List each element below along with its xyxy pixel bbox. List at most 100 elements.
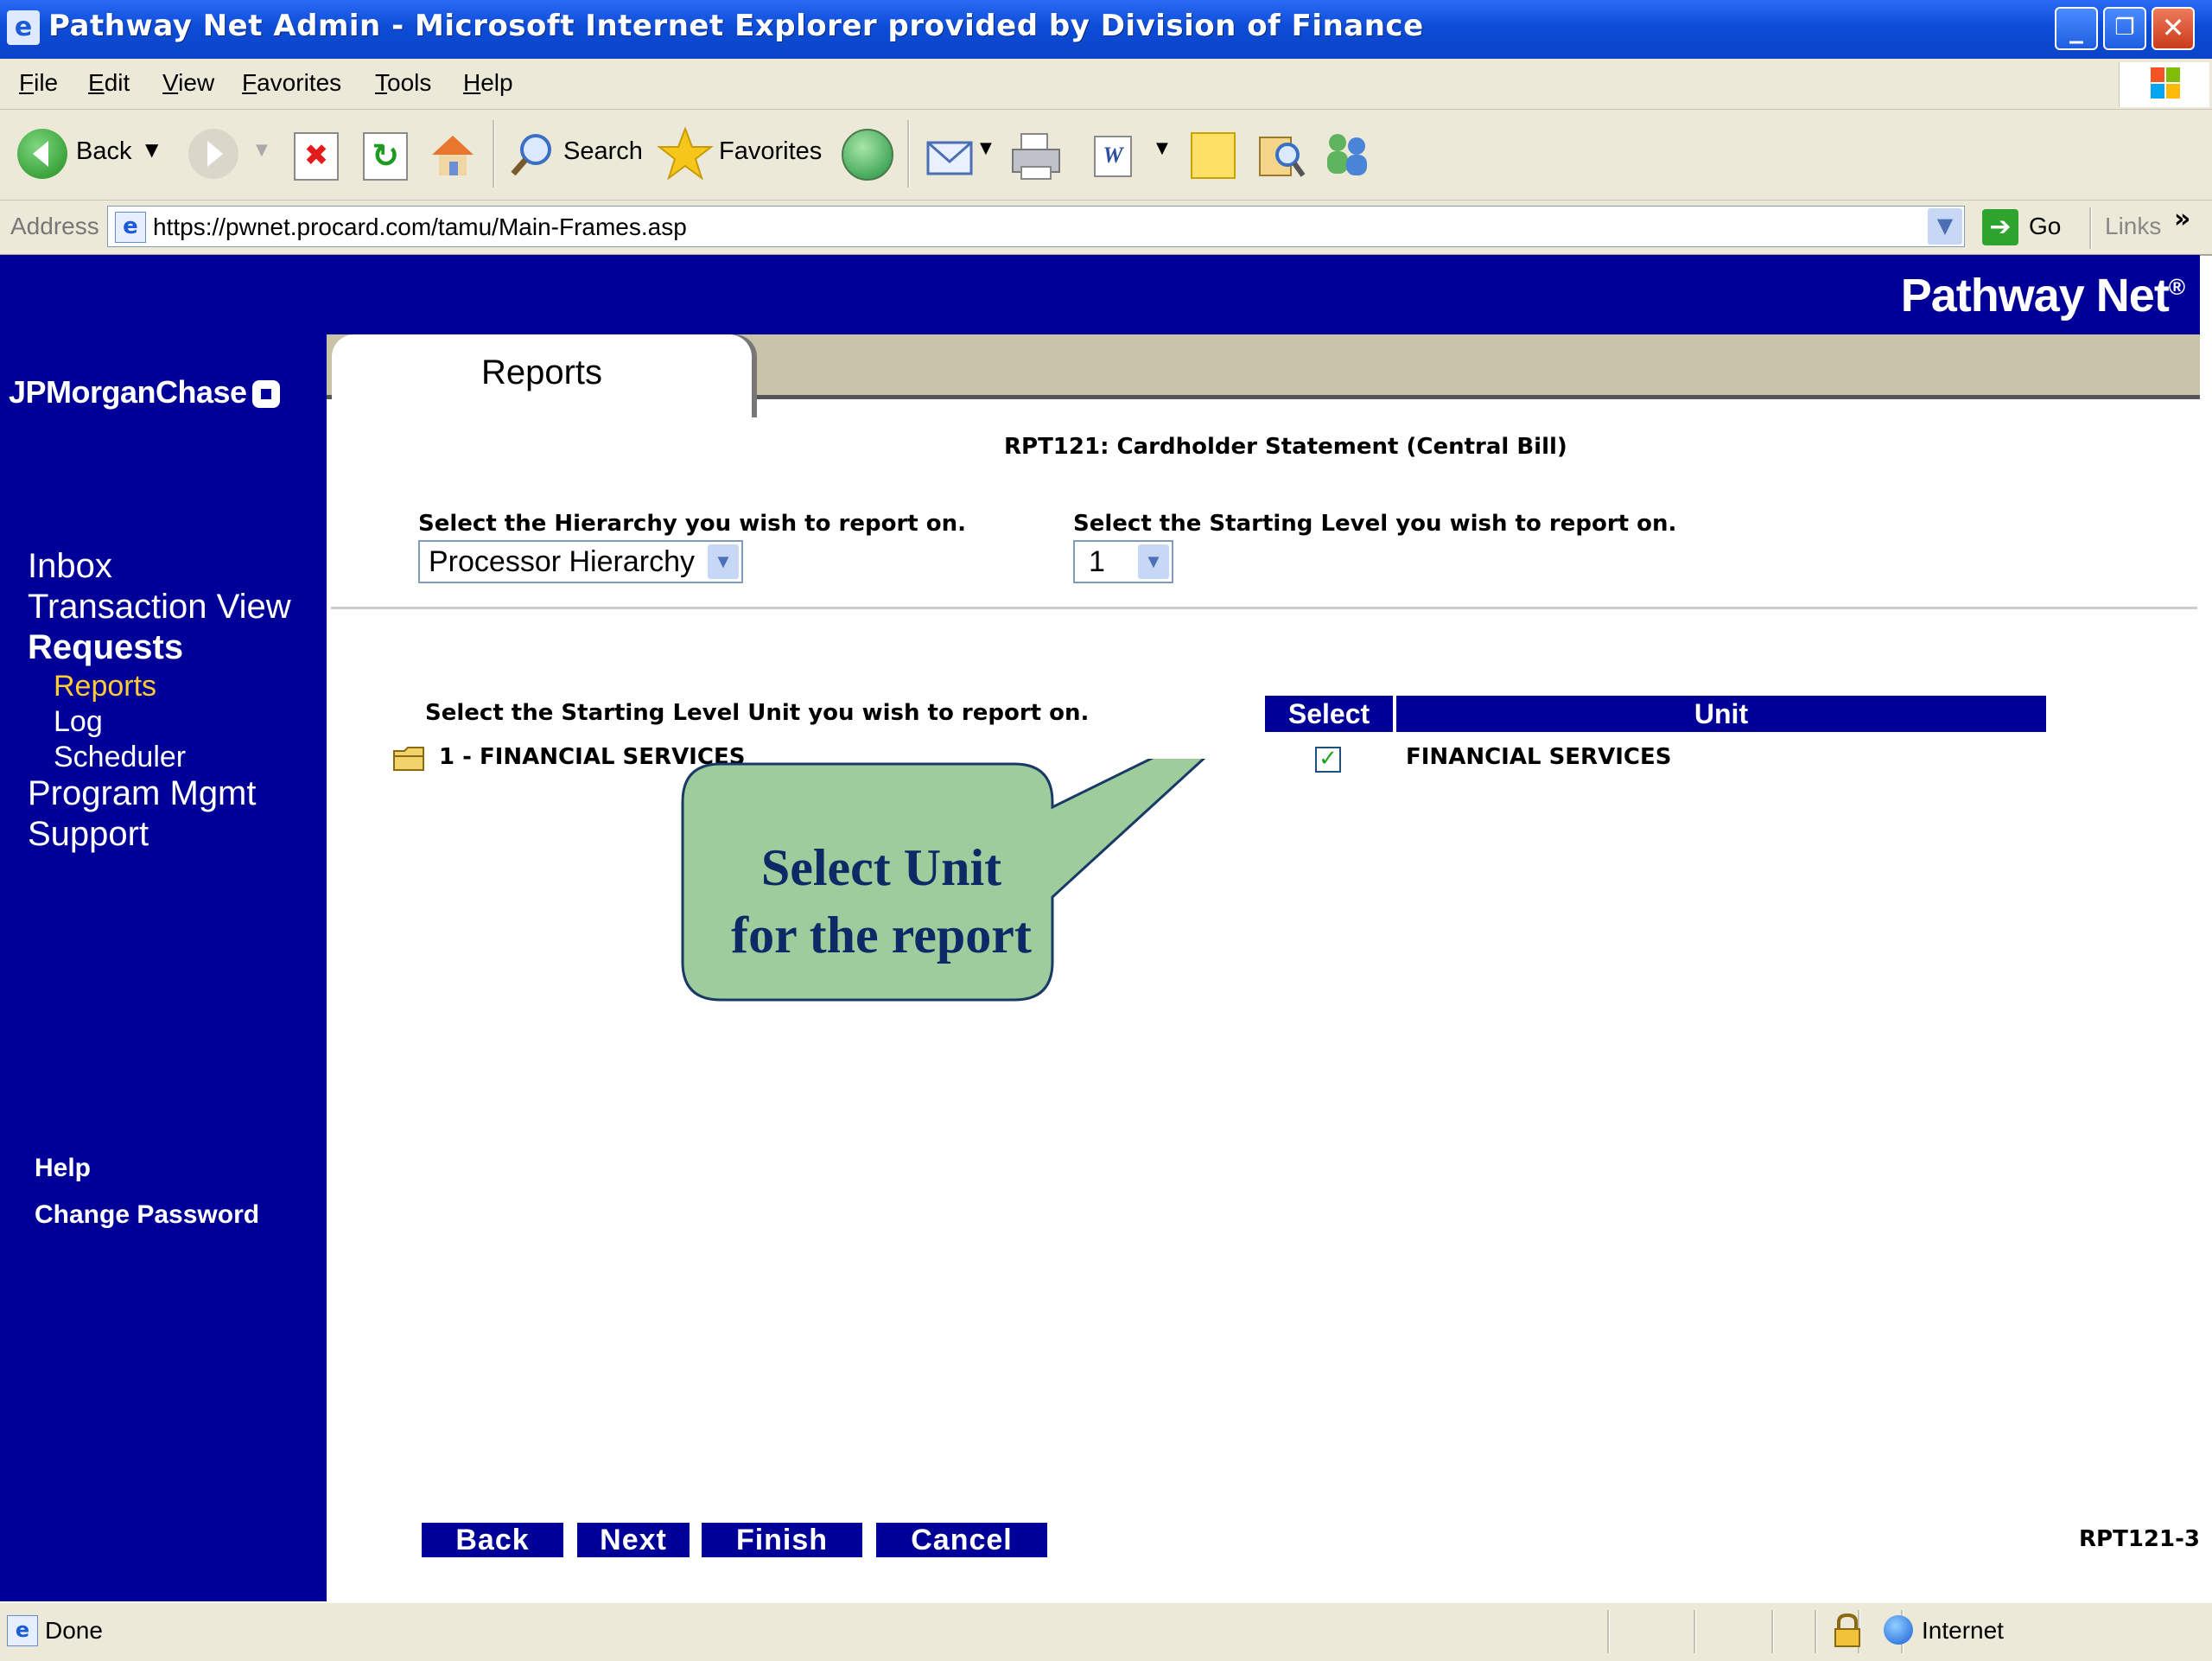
back-label[interactable]: Back xyxy=(76,137,131,166)
forward-dropdown-icon[interactable]: ▼ xyxy=(256,141,268,159)
next-button[interactable]: Next xyxy=(577,1523,690,1557)
ie-icon: e xyxy=(7,10,40,45)
go-arrow-icon[interactable]: ➔ xyxy=(1982,209,2018,245)
unit-name: FINANCIAL SERVICES xyxy=(1406,744,1672,770)
forward-arrow-icon[interactable] xyxy=(188,129,238,179)
sidebar-item-help[interactable]: Help xyxy=(35,1154,91,1183)
zone-text: Internet xyxy=(1922,1617,2004,1644)
favorites-label[interactable]: Favorites xyxy=(719,137,822,166)
page-icon: e xyxy=(115,212,146,243)
chevron-down-icon[interactable]: ▼ xyxy=(708,544,739,579)
brand-registered-mark: ® xyxy=(2168,274,2185,300)
menu-favorites[interactable]: Favorites xyxy=(242,69,341,97)
hierarchy-select-value: Processor Hierarchy xyxy=(429,545,695,578)
back-dropdown-icon[interactable]: ▼ xyxy=(145,139,158,160)
page-done-icon: e xyxy=(7,1615,38,1646)
address-url[interactable]: https://pwnet.procard.com/tamu/Main-Fram… xyxy=(153,213,687,241)
stop-icon[interactable]: ✖ xyxy=(294,132,339,181)
back-arrow-icon[interactable] xyxy=(17,129,67,179)
history-icon[interactable] xyxy=(842,129,893,181)
report-title: RPT121: Cardholder Statement (Central Bi… xyxy=(1004,434,1567,460)
level-select[interactable]: 1 ▼ xyxy=(1073,540,1173,583)
status-separator xyxy=(1607,1610,1610,1653)
status-separator xyxy=(1694,1610,1696,1653)
tab-reports[interactable]: Reports xyxy=(332,334,752,417)
address-dropdown-icon[interactable]: ▼ xyxy=(1928,208,1962,245)
menu-file[interactable]: File xyxy=(19,69,58,97)
hierarchy-select[interactable]: Processor Hierarchy ▼ xyxy=(418,540,743,583)
sidebar-item-scheduler[interactable]: Scheduler xyxy=(54,741,186,774)
mail-icon[interactable] xyxy=(925,132,976,182)
toolbar: Back ▼ ▼ ✖ ↻ Search Favorites ▼ W ▼ xyxy=(0,110,2212,200)
menu-tools[interactable]: Tools xyxy=(375,69,431,97)
sidebar-item-requests[interactable]: Requests xyxy=(28,628,183,667)
brand-product: Pathway Net xyxy=(1900,270,2170,321)
window-title: Pathway Net Admin - Microsoft Internet E… xyxy=(48,9,1424,43)
status-separator xyxy=(1771,1610,1774,1653)
cancel-button[interactable]: Cancel xyxy=(876,1523,1047,1557)
table-header-select: Select xyxy=(1265,696,1393,732)
go-button[interactable]: Go xyxy=(2029,213,2061,240)
print-icon[interactable] xyxy=(1009,129,1065,188)
address-label: Address xyxy=(10,213,99,239)
mail-dropdown-icon[interactable]: ▼ xyxy=(980,139,992,157)
section-divider xyxy=(331,607,2197,609)
links-button[interactable]: Links xyxy=(2105,213,2161,240)
level-label: Select the Starting Level you wish to re… xyxy=(1073,511,1677,537)
status-bar: e Done Internet xyxy=(0,1601,2212,1661)
sidebar-item-transaction-view[interactable]: Transaction View xyxy=(28,588,291,627)
sidebar-item-inbox[interactable]: Inbox xyxy=(28,547,112,586)
home-icon[interactable] xyxy=(427,129,479,184)
unit-select-checkbox[interactable]: ✓ xyxy=(1315,747,1341,773)
internet-globe-icon xyxy=(1884,1615,1913,1645)
search-icon[interactable] xyxy=(506,129,558,184)
menu-bar: File Edit View Favorites Tools Help xyxy=(0,59,2212,110)
refresh-icon[interactable]: ↻ xyxy=(363,132,408,181)
toolbar-separator xyxy=(907,120,910,188)
research-icon[interactable] xyxy=(1255,129,1306,184)
lock-icon xyxy=(1832,1612,1863,1653)
address-separator xyxy=(2089,207,2092,249)
note-icon[interactable] xyxy=(1191,132,1236,179)
callout-line-2: for the report xyxy=(731,907,1032,964)
folder-icon[interactable] xyxy=(392,744,427,777)
bank-name: JPMorganChase xyxy=(9,374,247,410)
unit-label: Select the Starting Level Unit you wish … xyxy=(425,700,1090,726)
menu-edit[interactable]: Edit xyxy=(88,69,130,97)
menu-help[interactable]: Help xyxy=(463,69,513,97)
sidebar-item-reports[interactable]: Reports xyxy=(54,670,156,703)
minimize-button[interactable]: _ xyxy=(2055,7,2098,50)
tab-reports-label: Reports xyxy=(480,353,603,391)
sidebar-item-log[interactable]: Log xyxy=(54,705,103,739)
jpmorgan-chase-logo: JPMorganChase xyxy=(9,374,280,410)
close-button[interactable]: ✕ xyxy=(2152,7,2195,50)
callout-line-1: Select Unit xyxy=(760,839,1002,896)
table-header-unit: Unit xyxy=(1396,696,2046,732)
finish-button[interactable]: Finish xyxy=(702,1523,862,1557)
pathway-net-logo: Pathway Net® xyxy=(1900,269,2185,322)
back-button[interactable]: Back xyxy=(422,1523,563,1557)
hierarchy-label: Select the Hierarchy you wish to report … xyxy=(418,511,967,537)
level-select-value: 1 xyxy=(1089,545,1105,578)
sidebar-item-change-password[interactable]: Change Password xyxy=(35,1200,259,1230)
chevron-more-icon[interactable]: » xyxy=(2174,204,2190,234)
address-input[interactable]: e https://pwnet.procard.com/tamu/Main-Fr… xyxy=(107,206,1965,247)
restore-button[interactable]: ❐ xyxy=(2103,7,2146,50)
messenger-icon[interactable] xyxy=(1319,129,1374,184)
callout-text: Select Unit for the report xyxy=(683,834,1080,969)
search-label[interactable]: Search xyxy=(563,137,643,166)
menu-view[interactable]: View xyxy=(162,69,214,97)
sidebar-item-support[interactable]: Support xyxy=(28,815,149,854)
favorites-star-icon[interactable] xyxy=(657,125,714,186)
status-separator xyxy=(1815,1610,1817,1653)
word-edit-icon[interactable]: W xyxy=(1094,136,1132,177)
chase-octagon-icon xyxy=(251,380,280,409)
sidebar-nav: JPMorganChase Inbox Transaction View Req… xyxy=(0,334,327,1601)
chevron-down-icon[interactable]: ▼ xyxy=(1138,544,1169,579)
edit-dropdown-icon[interactable]: ▼ xyxy=(1156,139,1168,157)
status-text: Done xyxy=(45,1617,103,1644)
sidebar-item-program-mgmt[interactable]: Program Mgmt xyxy=(28,774,257,813)
address-bar: Address e https://pwnet.procard.com/tamu… xyxy=(0,200,2212,256)
page-code: RPT121-3 xyxy=(2079,1526,2200,1552)
header-band: Pathway Net® xyxy=(0,255,2200,334)
